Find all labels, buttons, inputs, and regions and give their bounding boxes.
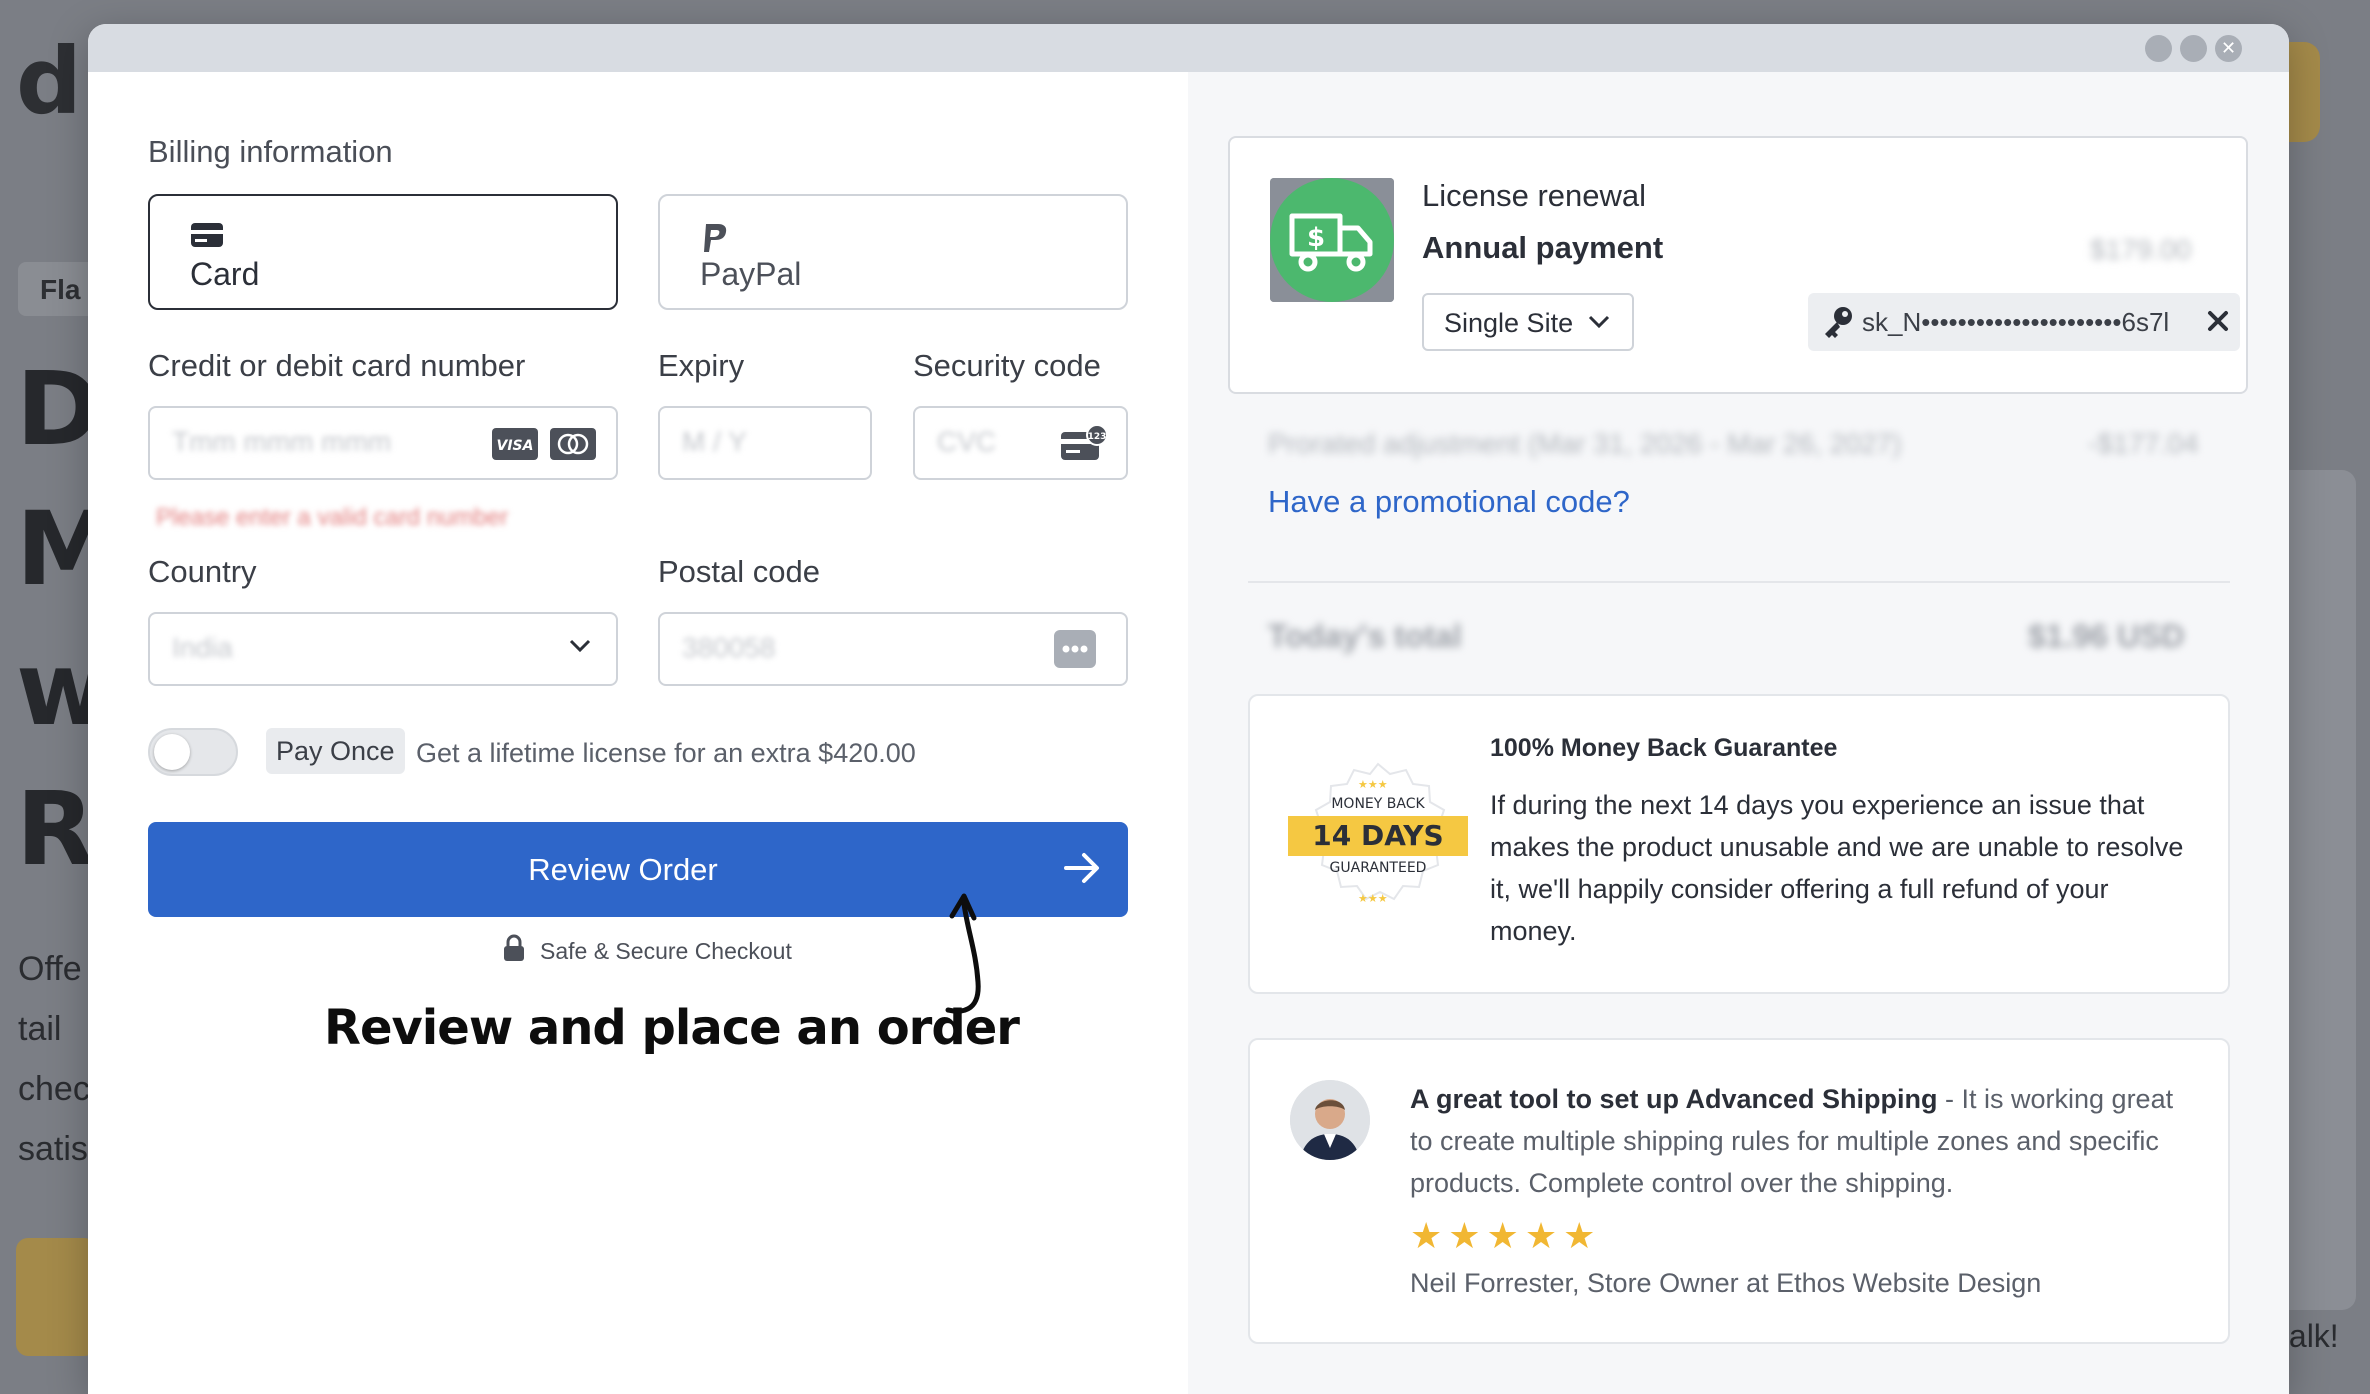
promo-code-link[interactable]: Have a promotional code? [1268, 484, 1630, 520]
money-back-badge: ★★★ ★★★ MONEY BACK 14 DAYS GUARANTEED [1288, 760, 1468, 920]
guarantee-card: ★★★ ★★★ MONEY BACK 14 DAYS GUARANTEED 10… [1248, 694, 2230, 994]
pay-once-tag: Pay Once [266, 728, 405, 774]
secure-checkout-text: Safe & Secure Checkout [540, 938, 792, 964]
prorated-label: Prorated adjustment (Mar 31, 2026 - Mar … [1268, 428, 1902, 459]
svg-text:★★★: ★★★ [1358, 892, 1388, 905]
site-count-select[interactable]: Single Site [1422, 293, 1634, 351]
arrow-right-icon [1062, 850, 1102, 891]
product-image: $ [1270, 178, 1394, 302]
avatar [1290, 1080, 1370, 1160]
cvc-card-icon: 123 [1059, 424, 1109, 469]
product-subtitle: Annual payment [1422, 230, 1664, 265]
guarantee-body: If during the next 14 days you experienc… [1490, 790, 2184, 946]
security-code-label: Security code [913, 348, 1101, 383]
key-icon [1822, 305, 1854, 344]
site-option-label: Single Site [1444, 308, 1574, 338]
license-card: $ License renewal Annual payment $179.00… [1228, 136, 2248, 394]
credit-card-icon [190, 222, 224, 253]
card-number-input[interactable]: Tmm mmm mmm VISA [148, 406, 618, 480]
country-label: Country [148, 554, 257, 589]
remove-key-icon[interactable] [2206, 307, 2230, 340]
annotation-arrow [928, 882, 1008, 1027]
billing-panel: Billing information Card PayPal Credit o… [88, 72, 1188, 1394]
close-icon[interactable]: ✕ [2215, 35, 2242, 62]
mastercard-icon [550, 428, 596, 465]
background-logo: d [16, 28, 82, 135]
badge-days-text: 14 DAYS [1312, 819, 1444, 852]
license-key-text: sk_N••••••••••••••••••••••6s7l [1862, 307, 2170, 337]
payment-method-label: Card [190, 256, 260, 292]
expiry-placeholder: M / Y [682, 426, 747, 457]
order-summary-panel: $ License renewal Annual payment $179.00… [1188, 72, 2289, 1394]
background-paragraph-line: tail [18, 1010, 62, 1048]
guarantee-title: 100% Money Back Guarantee [1490, 734, 1838, 762]
total-value: $1.96 USD [2028, 618, 2185, 654]
divider [1248, 581, 2230, 583]
security-code-input[interactable]: CVC 123 [913, 406, 1128, 480]
expiry-input[interactable]: M / Y [658, 406, 872, 480]
lifetime-license-text: Get a lifetime license for an extra $420… [416, 738, 916, 768]
badge-bottom-text: GUARANTEED [1329, 860, 1427, 876]
background-paragraph-line: chec [18, 1070, 90, 1108]
annotation-text: Review and place an order [324, 1000, 1020, 1056]
chevron-down-icon [1588, 315, 1610, 334]
background-paragraph-line: satis [18, 1130, 88, 1168]
payment-method-label: PayPal [700, 256, 802, 292]
postal-code-input[interactable]: 380058 [658, 612, 1128, 686]
toggle-knob [154, 734, 190, 770]
payment-method-paypal[interactable]: PayPal [658, 194, 1128, 310]
chevron-down-icon [568, 638, 592, 659]
autofill-icon [1054, 630, 1096, 673]
testimonial-card: A great tool to set up Advanced Shipping… [1248, 1038, 2230, 1344]
card-error-message: Please enter a valid card number [156, 504, 509, 531]
background-paragraph-line: Offe [18, 950, 82, 988]
testimonial-quote: A great tool to set up Advanced Shipping… [1410, 1078, 2190, 1204]
expiry-label: Expiry [658, 348, 745, 383]
window-minimize-dot[interactable] [2145, 35, 2172, 62]
rating-stars: ★★★★★ [1410, 1216, 1602, 1257]
checkout-modal: ✕ Billing information Card PayPal Credit… [88, 24, 2289, 1394]
window-maximize-dot[interactable] [2180, 35, 2207, 62]
svg-text:$: $ [1307, 223, 1325, 253]
security-code-placeholder: CVC [937, 426, 997, 457]
testimonial-headline: A great tool to set up Advanced Shipping [1410, 1084, 1938, 1114]
country-value: India [172, 632, 233, 663]
background-chip: Fla [18, 262, 98, 316]
product-price: $179.00 [2090, 234, 2192, 265]
visa-icon: VISA [492, 428, 538, 465]
country-select[interactable]: India [148, 612, 618, 686]
billing-section-title: Billing information [148, 134, 393, 169]
prorated-value: -$177.04 [2088, 428, 2199, 459]
product-title: License renewal [1422, 178, 1647, 213]
testimonial-author: Neil Forrester, Store Owner at Ethos Web… [1410, 1268, 2042, 1298]
card-number-label: Credit or debit card number [148, 348, 526, 383]
lock-icon [502, 934, 526, 967]
total-label: Today's total [1268, 618, 1462, 654]
svg-text:VISA: VISA [497, 438, 534, 454]
svg-text:123: 123 [1088, 432, 1107, 442]
background-heading-line: R [16, 770, 95, 889]
pay-once-toggle[interactable] [148, 728, 238, 776]
svg-text:★★★: ★★★ [1358, 778, 1388, 791]
card-number-placeholder: Tmm mmm mmm [172, 426, 392, 457]
badge-top-text: MONEY BACK [1331, 796, 1425, 812]
postal-code-label: Postal code [658, 554, 820, 589]
payment-method-card[interactable]: Card [148, 194, 618, 310]
background-button [16, 1238, 96, 1356]
postal-code-placeholder: 380058 [682, 632, 776, 663]
modal-titlebar: ✕ [88, 24, 2289, 72]
license-key-box: sk_N••••••••••••••••••••••6s7l [1808, 293, 2240, 351]
